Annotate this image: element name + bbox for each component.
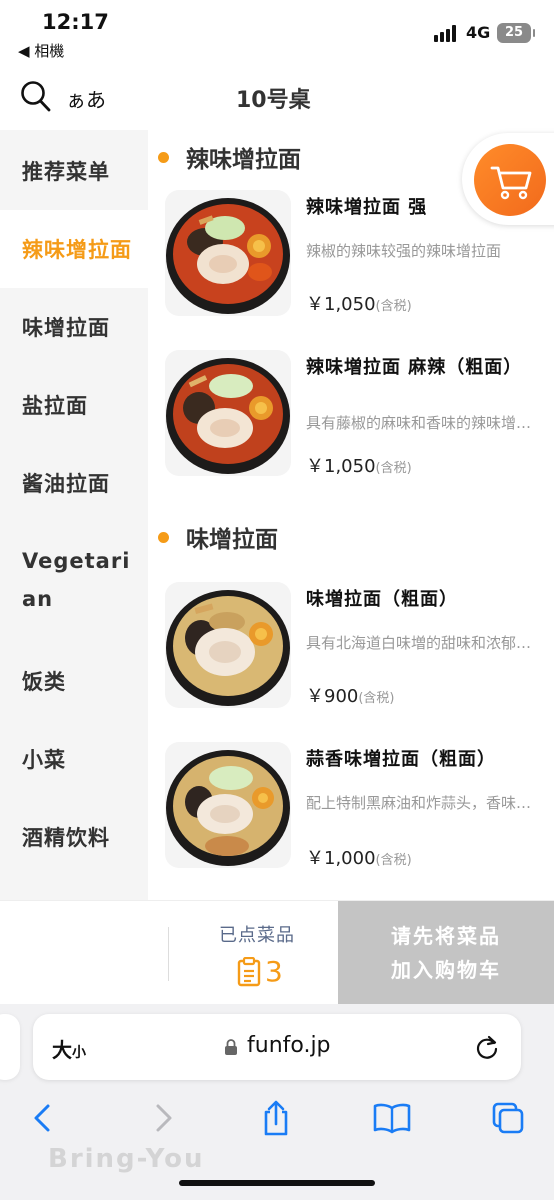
item-description: 辣椒的辣味较强的辣味增拉面 [306, 242, 502, 260]
item-price: ￥1,000(含税) [306, 844, 412, 870]
status-bar: 12:17 ◀ 相機 4G 25 [0, 0, 554, 68]
menu-list: 辣味增拉面 辣味増拉面 强 辣椒的辣味较强的辣味增拉面 ￥1,050(含税) 辣… [148, 130, 554, 900]
item-name: 味増拉面（粗面） [306, 589, 458, 610]
previous-tab-card[interactable] [0, 1014, 20, 1080]
cart-button[interactable] [462, 133, 554, 225]
forward-arrow-icon[interactable] [142, 1100, 182, 1136]
ordered-items-label[interactable]: 已点菜品 [168, 921, 346, 947]
back-arrow-icon[interactable] [24, 1100, 64, 1136]
sidebar-item-spicy-miso[interactable]: 辣味增拉面 [0, 210, 148, 288]
menu-item[interactable]: 辣味増拉面 麻辣（粗面） 具有藤椒的麻味和香味的辣味增拉面 ￥1,050(含税) [165, 350, 554, 480]
tax-label: (含税) [358, 691, 395, 706]
sidebar-item-rice[interactable]: 饭类 [0, 642, 148, 720]
checkout-line-2: 加入购物车 [391, 958, 501, 982]
sidebar-item-miso[interactable]: 味增拉面 [0, 288, 148, 366]
category-title: 辣味增拉面 [186, 147, 301, 173]
sidebar-item-soy[interactable]: 酱油拉面 [0, 444, 148, 522]
price-value: ￥1,050 [306, 294, 376, 315]
sidebar-item-vegetarian[interactable]: Vegetarian [0, 540, 140, 620]
ramen-photo [165, 742, 291, 868]
lock-icon [225, 1039, 237, 1055]
watermark: Bring-You [48, 1144, 205, 1174]
item-price: ￥1,050(含税) [306, 452, 412, 478]
item-price: ￥1,050(含税) [306, 290, 412, 316]
category-dot [158, 151, 169, 163]
price-value: ￥900 [306, 686, 359, 707]
tax-label: (含税) [375, 461, 412, 476]
clipboard-icon [237, 956, 261, 986]
tabs-icon[interactable] [488, 1100, 528, 1136]
category-title: 味增拉面 [186, 527, 278, 553]
category-dot [158, 531, 169, 543]
item-description: 配上特制黑麻油和炸蒜头，香味浓郁 [306, 794, 541, 812]
ramen-photo [165, 190, 291, 316]
font-size-toggle[interactable]: ぁあ [66, 84, 106, 113]
tax-label: (含税) [375, 299, 412, 314]
app-header: ぁあ 10号桌 [0, 68, 554, 128]
cart-icon [490, 166, 532, 200]
aa-small: 小 [72, 1045, 86, 1061]
signal-icon [434, 24, 460, 42]
table-title: 10号桌 [236, 88, 311, 113]
status-time: 12:17 [42, 10, 109, 34]
search-icon[interactable] [20, 80, 52, 114]
category-header: 味增拉面 [158, 520, 278, 554]
price-value: ￥1,000 [306, 848, 376, 869]
address-bar[interactable]: 大小 funfo.jp [33, 1014, 521, 1080]
item-name: 蒜香味増拉面（粗面） [306, 749, 496, 770]
share-icon[interactable] [256, 1100, 296, 1136]
bookmarks-icon[interactable] [372, 1100, 412, 1136]
menu-item[interactable]: 味増拉面（粗面） 具有北海道白味増的甜味和浓郁口感 ￥900(含税) [165, 582, 554, 712]
sidebar-item-alcohol[interactable]: 酒精饮料 [0, 798, 148, 876]
reader-text-size-button[interactable]: 大小 [52, 1034, 86, 1063]
price-value: ￥1,050 [306, 456, 376, 477]
ordered-count-value: 3 [265, 955, 283, 988]
home-indicator[interactable] [179, 1180, 375, 1186]
menu-item[interactable]: 蒜香味増拉面（粗面） 配上特制黑麻油和炸蒜头，香味浓郁 ￥1,000(含税) [165, 742, 554, 872]
ordered-items-count[interactable]: 3 [237, 955, 283, 988]
sidebar-item-salt[interactable]: 盐拉面 [0, 366, 148, 444]
item-description: 具有藤椒的麻味和香味的辣味增拉面 [306, 414, 541, 432]
network-label: 4G [466, 23, 491, 42]
sidebar-item-side-dishes[interactable]: 小菜 [0, 720, 148, 798]
aa-big: 大 [52, 1038, 72, 1062]
tax-label: (含税) [375, 853, 412, 868]
battery-icon: 25 [497, 23, 535, 43]
checkout-line-1: 请先将菜品 [391, 924, 501, 948]
cart-circle [474, 144, 546, 216]
ramen-photo [165, 582, 291, 708]
back-to-camera-link[interactable]: ◀ 相機 [18, 40, 64, 61]
add-to-cart-first-button[interactable]: 请先将菜品 加入购物车 [338, 901, 554, 1005]
category-sidebar: 推荐菜单 辣味增拉面 味增拉面 盐拉面 酱油拉面 Vegetarian 饭类 小… [0, 130, 148, 900]
sidebar-item-recommended[interactable]: 推荐菜单 [0, 132, 148, 210]
browser-toolbar: 大小 funfo.jp Bring-You [0, 1004, 554, 1200]
url-text[interactable]: funfo.jp [247, 1033, 331, 1058]
order-bar: 已点菜品 3 请先将菜品 加入购物车 [0, 900, 554, 1005]
item-name: 辣味増拉面 麻辣（粗面） [306, 357, 523, 378]
category-header: 辣味增拉面 [158, 140, 301, 174]
reload-icon[interactable] [473, 1033, 501, 1061]
item-price: ￥900(含税) [306, 682, 395, 708]
item-description: 具有北海道白味増的甜味和浓郁口感 [306, 634, 541, 652]
ramen-photo [165, 350, 291, 476]
